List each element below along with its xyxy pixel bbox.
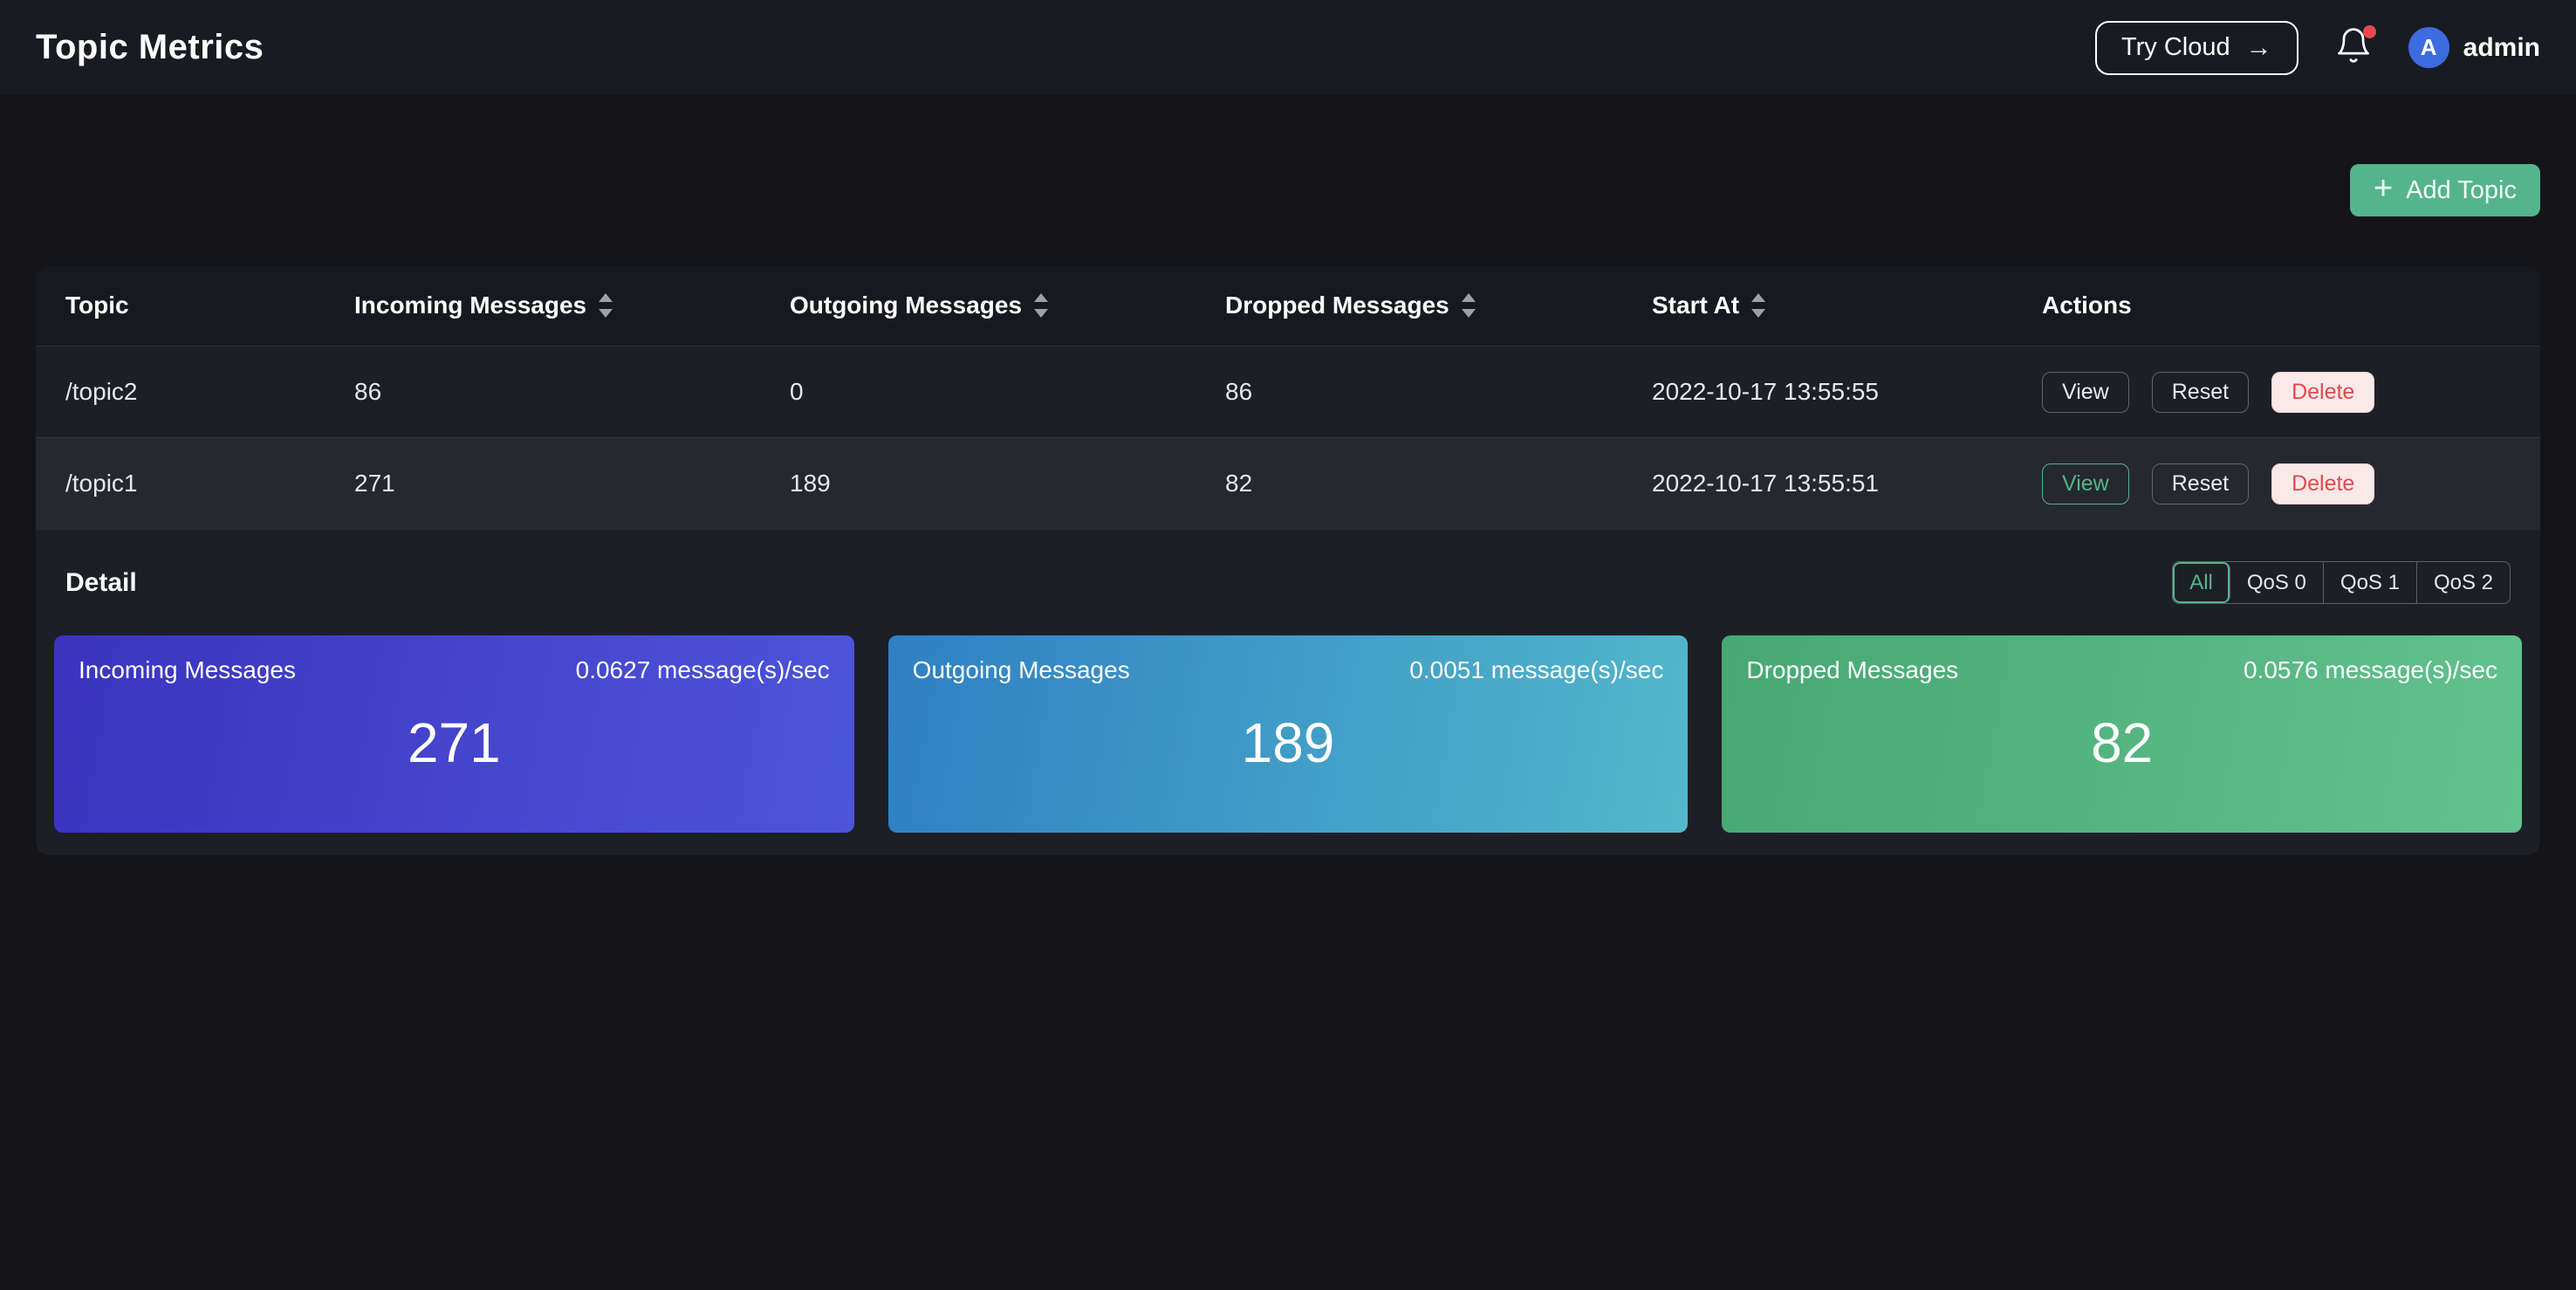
card-rate: 0.0627 message(s)/sec bbox=[576, 656, 830, 684]
outgoing-messages-card: Outgoing Messages 0.0051 message(s)/sec … bbox=[888, 635, 1689, 833]
add-topic-button[interactable]: + Add Topic bbox=[2350, 164, 2540, 216]
card-value: 271 bbox=[79, 684, 830, 812]
page-title: Topic Metrics bbox=[36, 28, 264, 67]
cell-outgoing: 189 bbox=[790, 470, 1225, 497]
cell-dropped: 86 bbox=[1225, 378, 1652, 406]
user-menu[interactable]: A admin bbox=[2408, 27, 2540, 68]
incoming-messages-card: Incoming Messages 0.0627 message(s)/sec … bbox=[54, 635, 854, 833]
reset-button[interactable]: Reset bbox=[2152, 463, 2249, 504]
column-header-incoming[interactable]: Incoming Messages bbox=[354, 292, 790, 319]
detail-section-header: Detail All QoS 0 QoS 1 QoS 2 bbox=[36, 529, 2540, 635]
arrow-right-icon: → bbox=[2246, 35, 2272, 61]
delete-button[interactable]: Delete bbox=[2271, 463, 2374, 504]
cell-actions: View Reset Delete bbox=[2042, 463, 2511, 504]
card-label: Dropped Messages bbox=[1746, 656, 1958, 684]
card-rate: 0.0576 message(s)/sec bbox=[2244, 656, 2497, 684]
cell-actions: View Reset Delete bbox=[2042, 372, 2511, 413]
notifications-button[interactable] bbox=[2333, 28, 2374, 68]
cell-outgoing: 0 bbox=[790, 378, 1225, 406]
table-header-row: Topic Incoming Messages Outgoing Message… bbox=[36, 265, 2540, 346]
column-header-actions: Actions bbox=[2042, 292, 2511, 319]
metric-cards: Incoming Messages 0.0627 message(s)/sec … bbox=[36, 635, 2540, 833]
reset-button[interactable]: Reset bbox=[2152, 372, 2249, 413]
try-cloud-button[interactable]: Try Cloud → bbox=[2095, 21, 2299, 75]
main-content: + Add Topic Topic Incoming Messages Outg… bbox=[0, 164, 2576, 855]
cell-topic: /topic1 bbox=[65, 470, 354, 497]
cell-incoming: 271 bbox=[354, 470, 790, 497]
sort-icon[interactable] bbox=[1460, 293, 1477, 318]
card-label: Outgoing Messages bbox=[913, 656, 1130, 684]
notification-dot bbox=[2363, 25, 2376, 38]
toolbar: + Add Topic bbox=[36, 164, 2540, 216]
qos-filter-group: All QoS 0 QoS 1 QoS 2 bbox=[2172, 561, 2511, 604]
cell-dropped: 82 bbox=[1225, 470, 1652, 497]
try-cloud-label: Try Cloud bbox=[2121, 33, 2230, 62]
card-value: 189 bbox=[913, 684, 1664, 812]
avatar: A bbox=[2408, 27, 2449, 68]
sort-icon[interactable] bbox=[1750, 293, 1767, 318]
qos-filter-qos2[interactable]: QoS 2 bbox=[2417, 562, 2510, 603]
header-actions: Try Cloud → A admin bbox=[2095, 21, 2540, 75]
cell-incoming: 86 bbox=[354, 378, 790, 406]
column-header-start-at[interactable]: Start At bbox=[1652, 292, 2042, 319]
cell-topic: /topic2 bbox=[65, 378, 354, 406]
card-label: Incoming Messages bbox=[79, 656, 296, 684]
sort-icon[interactable] bbox=[1032, 293, 1050, 318]
card-rate: 0.0051 message(s)/sec bbox=[1409, 656, 1663, 684]
column-header-outgoing[interactable]: Outgoing Messages bbox=[790, 292, 1225, 319]
table-row: /topic1 271 189 82 2022-10-17 13:55:51 V… bbox=[36, 437, 2540, 529]
add-topic-label: Add Topic bbox=[2406, 176, 2517, 205]
table-row: /topic2 86 0 86 2022-10-17 13:55:55 View… bbox=[36, 346, 2540, 437]
plus-icon: + bbox=[2374, 172, 2393, 205]
qos-filter-all[interactable]: All bbox=[2173, 562, 2230, 603]
qos-filter-qos0[interactable]: QoS 0 bbox=[2230, 562, 2324, 603]
sort-icon[interactable] bbox=[597, 293, 614, 318]
view-button[interactable]: View bbox=[2042, 372, 2129, 413]
user-name: admin bbox=[2463, 33, 2540, 63]
topics-panel: Topic Incoming Messages Outgoing Message… bbox=[36, 265, 2540, 855]
view-button-active[interactable]: View bbox=[2042, 463, 2129, 504]
column-header-topic: Topic bbox=[65, 292, 354, 319]
qos-filter-qos1[interactable]: QoS 1 bbox=[2324, 562, 2417, 603]
cell-start-at: 2022-10-17 13:55:55 bbox=[1652, 378, 2042, 406]
cell-start-at: 2022-10-17 13:55:51 bbox=[1652, 470, 2042, 497]
delete-button[interactable]: Delete bbox=[2271, 372, 2374, 413]
column-header-dropped[interactable]: Dropped Messages bbox=[1225, 292, 1652, 319]
dropped-messages-card: Dropped Messages 0.0576 message(s)/sec 8… bbox=[1722, 635, 2522, 833]
detail-title: Detail bbox=[65, 568, 137, 598]
card-value: 82 bbox=[1746, 684, 2497, 812]
app-header: Topic Metrics Try Cloud → A admin bbox=[0, 0, 2576, 95]
